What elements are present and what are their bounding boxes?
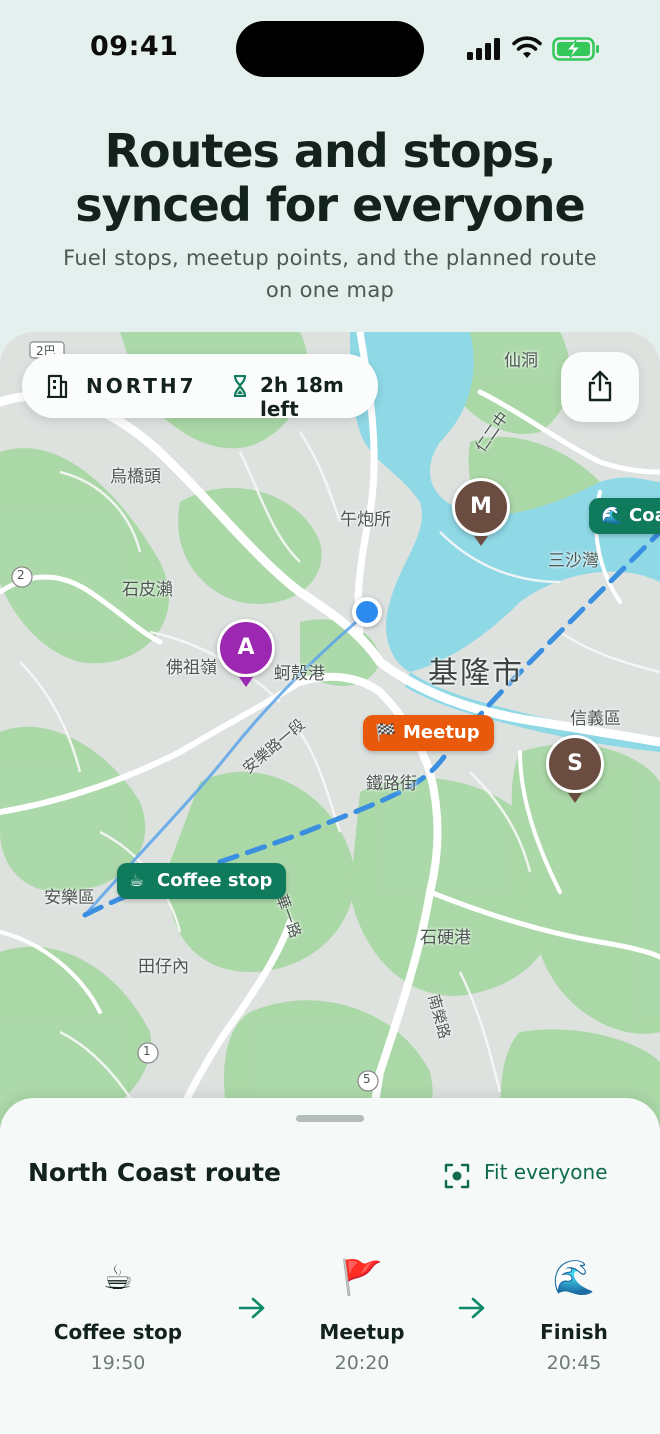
map-label-shipilai: 石皮瀨 [122,580,173,600]
map-tag-coffee-label: Coffee stop [157,870,273,891]
stop-name: Meetup [319,1320,405,1344]
road-shield-5: 5 [363,1072,371,1086]
stop-time: 20:20 [334,1352,390,1374]
coffee-icon: ☕ [102,1258,134,1298]
cellular-signal-icon [467,38,500,60]
map-tag-coast[interactable]: 🌊 Coa [589,498,660,534]
hero-title-line-1: Routes and stops, [104,124,557,178]
fit-everyone-label: Fit everyone [484,1160,608,1184]
member-pin-s[interactable]: S [546,735,604,805]
map-label-wuqiaotou: 烏橋頭 [110,467,161,487]
hero-subtitle-line-2: on one map [265,278,395,302]
stop-finish[interactable]: 🌊 Finish 20:45 [484,1256,660,1374]
map-label-keelung-city: 基隆市 [428,656,524,691]
pin-tip [474,536,488,546]
map-label-fozuling: 佛祖嶺 [166,658,217,678]
fit-frame-icon [444,1163,470,1189]
time-left: 2h 18m left [260,373,344,421]
road-shield-2: 2 [17,568,25,582]
map-label-xinyi: 信義區 [570,709,621,729]
hourglass-icon [233,375,247,397]
map-tag-coffee[interactable]: ☕ Coffee stop [117,863,287,899]
building-icon [47,374,68,398]
map-label-tieluje: 鐵路街 [366,774,417,794]
map-tag-coast-label: Coa [629,505,660,526]
hero-subtitle: Fuel stops, meetup points, and the plann… [30,242,630,306]
checkered-flag-icon: 🏁 [375,723,397,743]
red-flag-icon: 🚩 [340,1258,384,1298]
stop-time: 19:50 [90,1352,146,1374]
road-shield-1: 1 [143,1044,151,1058]
my-location-dot [352,597,382,627]
pin-tip [239,677,253,687]
member-pin-a[interactable]: A [217,619,275,689]
pin-tip [568,793,582,803]
group-code: NORTH7 [86,374,197,398]
map-label-anle: 安樂區 [44,888,95,908]
coffee-icon: ☕ [129,871,145,891]
group-info-pill[interactable]: NORTH7 2h 18m left [22,354,378,421]
stop-coffee[interactable]: ☕ Coffee stop 19:50 [28,1256,208,1374]
stop-time: 20:45 [546,1352,602,1374]
map-tag-meetup[interactable]: 🏁 Meetup [363,715,494,751]
member-pin-m[interactable]: M [452,478,510,548]
arrow-right-icon [238,1297,265,1319]
battery-charging-icon [552,37,599,61]
hero-title: Routes and stops, synced for everyone [0,124,660,232]
member-avatar-m: M [452,478,510,536]
member-avatar-s: S [546,735,604,793]
map-label-shiyinggang: 石硬港 [420,928,471,948]
stop-name: Coffee stop [53,1320,183,1344]
share-button[interactable] [561,352,639,422]
arrow-right-icon [458,1297,485,1319]
wave-icon: 🌊 [601,506,623,526]
route-sheet: North Coast route Fit everyone ☕ Coffee … [0,1098,660,1434]
wifi-icon [512,36,542,58]
wave-icon: 🌊 [552,1258,596,1298]
status-time: 09:41 [90,31,179,62]
map-base [0,332,660,1132]
map-label-sanshawan: 三沙灣 [548,551,599,571]
hero-title-line-2: synced for everyone [75,178,585,232]
map-label-xiandong: 仙洞 [504,351,538,371]
member-avatar-a: A [217,619,275,677]
map-label-wupaosuo: 午炮所 [340,510,391,530]
stop-meetup[interactable]: 🚩 Meetup 20:20 [272,1256,452,1374]
hero-subtitle-line-1: Fuel stops, meetup points, and the plann… [63,246,597,270]
route-title: North Coast route [28,1158,282,1187]
sheet-grabber[interactable] [296,1115,364,1122]
stop-name: Finish [540,1320,608,1344]
map-label-tianzainei: 田仔內 [138,957,189,977]
map-view[interactable]: 2 1 5 2巴 仙洞 烏橋頭 午炮所 三沙灣 石皮瀨 佛祖嶺 蚵殼港 基隆市 … [0,332,660,1132]
map-tag-meetup-label: Meetup [403,722,480,743]
share-icon [588,370,612,402]
status-bar: 09:41 [0,0,660,96]
map-label-keqiaogang: 蚵殼港 [274,664,325,684]
dynamic-island [236,21,424,77]
